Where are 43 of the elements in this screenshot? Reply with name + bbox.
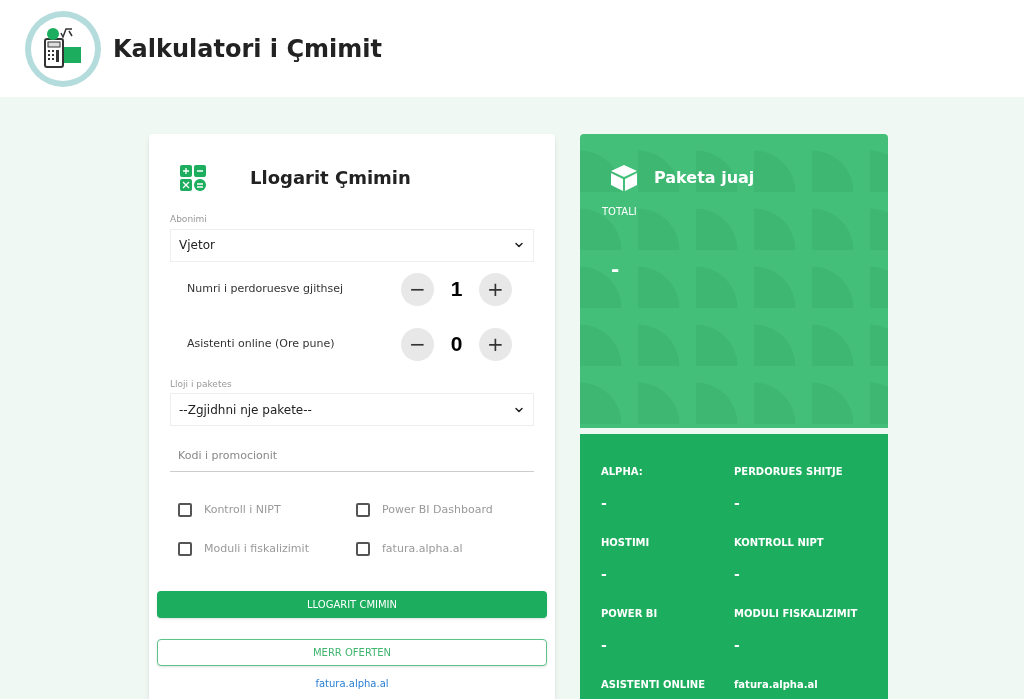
website-link[interactable]: fatura.alpha.al	[315, 676, 389, 691]
summary-value: -	[734, 636, 741, 655]
summary-value: -	[601, 565, 608, 584]
increment-button[interactable]: +	[479, 272, 512, 306]
option-label: Moduli i fiskalizimit	[204, 540, 309, 557]
summary-label: ALPHA:	[601, 465, 644, 479]
summary-value: -	[734, 565, 741, 584]
summary-label: ASISTENTI ONLINE	[601, 678, 707, 692]
summary-label: KONTROLL NIPT	[734, 536, 825, 550]
total-value: -	[611, 256, 621, 283]
decrement-button[interactable]: −	[401, 327, 434, 361]
decrement-button[interactable]: −	[401, 272, 434, 306]
counter-label: Numri i perdoruesve gjithsej	[187, 280, 345, 297]
checkbox[interactable]	[356, 503, 370, 518]
summary-label: HOSTIMI	[601, 536, 651, 550]
option-label: Kontroll i NIPT	[204, 502, 281, 518]
package-title: Paketa juaj	[654, 167, 755, 189]
field-label: Abonimi	[170, 213, 208, 226]
counter-value: 1	[449, 276, 464, 303]
summary-label: fatura.alpha.al	[734, 678, 819, 692]
checkbox[interactable]	[178, 503, 192, 518]
total-label: TOTALI	[602, 205, 638, 219]
box-icon	[610, 164, 638, 192]
checkbox[interactable]	[178, 541, 192, 556]
checkbox[interactable]	[356, 541, 370, 556]
summary-value: -	[734, 494, 741, 513]
option-label: fatura.alpha.al	[382, 540, 463, 557]
summary-value: -	[601, 494, 608, 513]
calculator-title: Llogarit Çmimin	[250, 166, 411, 190]
summary-label: MODULI FISKALIZIMIT	[734, 607, 859, 621]
field-label: Lloji i paketes	[170, 377, 233, 391]
counter-label: Asistenti online (Ore pune)	[187, 335, 336, 352]
summary-label: PERDORUES SHITJE	[734, 465, 844, 479]
summary-label: POWER BI	[601, 607, 659, 621]
summary-value: -	[601, 636, 608, 655]
option-label: Power BI Dashboard	[382, 502, 493, 518]
app-title: Kalkulatori i Çmimit	[113, 33, 382, 65]
increment-button[interactable]: +	[479, 327, 512, 361]
package-select[interactable]: --Zgjidhni nje pakete--	[170, 393, 534, 426]
calculator-icon	[180, 164, 206, 191]
promo-code-input[interactable]: Kodi i promocionit	[170, 439, 534, 472]
subscription-select[interactable]: Vjetor	[170, 228, 534, 262]
counter-value: 0	[449, 331, 464, 358]
